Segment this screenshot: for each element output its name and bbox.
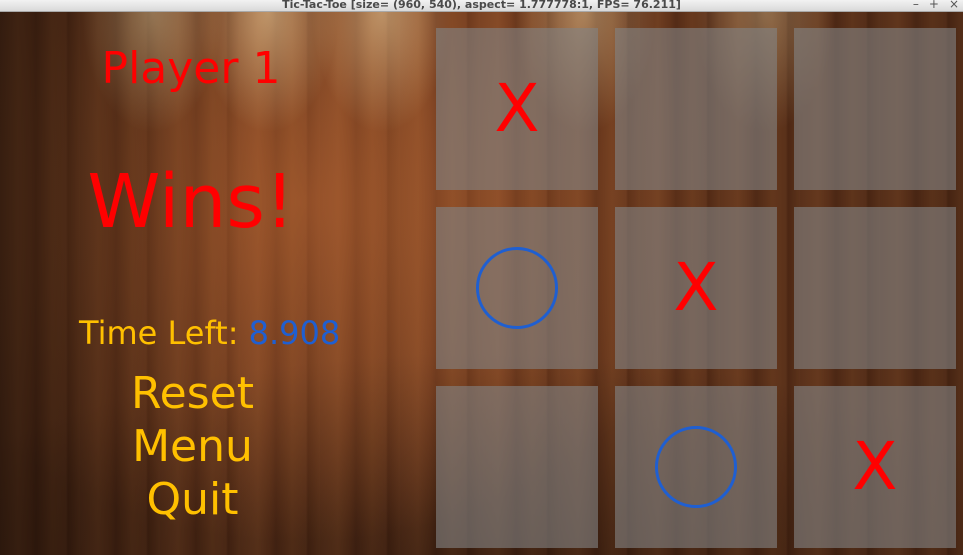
- x-mark: X: [494, 70, 540, 147]
- board-cell[interactable]: [436, 207, 598, 369]
- hud-panel: Player 1 Wins! Time Left: 8.908 Reset Me…: [0, 12, 400, 555]
- title-bar[interactable]: Tic-Tac-Toe [size= (960, 540), aspect= 1…: [0, 0, 963, 12]
- board-cell[interactable]: X: [615, 207, 777, 369]
- board-cell[interactable]: X: [794, 386, 956, 548]
- menu-button[interactable]: Menu: [0, 421, 385, 473]
- board-cell[interactable]: X: [436, 28, 598, 190]
- o-mark: [655, 426, 737, 508]
- result-label: Wins!: [87, 159, 295, 245]
- o-mark: [476, 247, 558, 329]
- game-board: X X X: [436, 28, 956, 552]
- x-mark: X: [673, 249, 719, 326]
- board-cell[interactable]: [615, 28, 777, 190]
- timer-value: 8.908: [248, 314, 341, 352]
- timer: Time Left: 8.908: [79, 313, 340, 353]
- window-title: Tic-Tac-Toe [size= (960, 540), aspect= 1…: [282, 0, 681, 11]
- board-cell[interactable]: [794, 28, 956, 190]
- board-cell[interactable]: [794, 207, 956, 369]
- timer-label: Time Left:: [79, 314, 239, 352]
- window-controls: – + ×: [913, 0, 959, 11]
- minimize-icon[interactable]: –: [913, 0, 919, 11]
- board-cell[interactable]: [615, 386, 777, 548]
- maximize-icon[interactable]: +: [929, 0, 939, 11]
- board-cell[interactable]: [436, 386, 598, 548]
- reset-button[interactable]: Reset: [0, 368, 385, 420]
- winner-player-label: Player 1: [101, 43, 281, 94]
- close-icon[interactable]: ×: [949, 0, 959, 11]
- x-mark: X: [852, 428, 898, 505]
- game-window: Tic-Tac-Toe [size= (960, 540), aspect= 1…: [0, 0, 963, 555]
- wood-background: Player 1 Wins! Time Left: 8.908 Reset Me…: [0, 12, 963, 555]
- quit-button[interactable]: Quit: [0, 474, 385, 526]
